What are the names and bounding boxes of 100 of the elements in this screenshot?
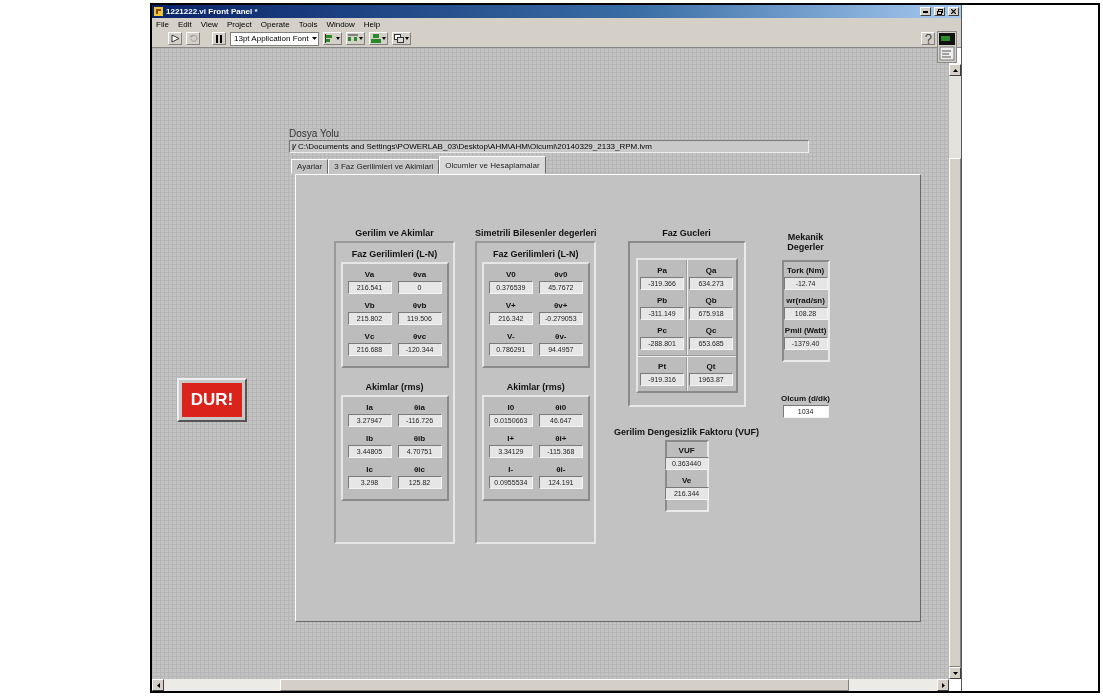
field-label: θi+ [555,434,567,443]
field-label: Ve [681,476,692,485]
path-field[interactable]: C:\Documents and Settings\POWERLAB_03\Desktop\AHM\AHM\Olcumi\20140329_2133_RPM.lvm [289,140,809,153]
help-button[interactable] [921,32,935,45]
caret-icon [311,37,317,40]
field-label: θv- [555,332,567,341]
reorder-dropdown[interactable] [391,32,411,45]
field-label: Pc [657,326,667,335]
menu-item[interactable]: Project [226,19,252,29]
field-label: I- [508,465,514,474]
menu-item[interactable]: File [156,19,169,29]
vi-icon [939,33,955,61]
section-title: Akimlar (rms) [365,382,424,392]
font-dropdown[interactable]: 13pt Application Font [230,31,319,46]
field-label: θi- [556,465,566,474]
window-title: 1221222.vi Front Panel * [166,7,259,16]
circular-arrows-icon [188,34,198,43]
field-label: Olcum (d/dk) [781,394,830,403]
section-title: Akimlar (rms) [506,382,565,392]
menu-item[interactable]: Window [326,19,355,29]
caret-icon [381,37,386,40]
menu-item[interactable]: Tools [298,19,318,29]
field-label: V+ [505,301,516,310]
group-title: Gerilim Dengesizlik Faktoru (VUF) [614,427,760,437]
align-icon [324,34,335,43]
field-label: wr(rad/sn) [786,296,825,305]
field-label: Pb [656,296,668,305]
field-label: Tork (Nm) [786,266,825,275]
field-label: Vc [364,332,375,341]
tab[interactable]: Ayarlar [291,159,329,174]
minimize-button[interactable] [920,7,931,16]
path-label: Dosya Yolu [289,128,341,139]
menu-item[interactable]: Edit [177,19,192,29]
distribute-dropdown[interactable] [345,32,365,45]
field-label: θi0 [555,403,567,412]
field-label: θic [414,465,425,474]
caret-icon [335,37,340,40]
menu-item[interactable]: View [200,19,218,29]
field-label: Ib [365,434,374,443]
group-title: Simetrili Bilesenler degerleri [475,228,597,238]
stop-button[interactable]: DUR! [177,378,247,422]
field-label: Ic [366,465,373,474]
scroll-right-button[interactable] [937,679,949,691]
menu-item[interactable]: Operate [260,19,290,29]
reorder-icon [393,34,404,43]
close-icon [951,9,956,14]
scroll-left-button[interactable] [152,679,164,691]
field-label: θia [414,403,425,412]
field-label: Qc [705,326,717,335]
align-dropdown[interactable] [322,32,342,45]
resize-dropdown[interactable] [368,32,388,45]
field-label: Qb [705,296,717,305]
section-title: Faz Gerilimleri (L-N) [493,249,579,259]
run-arrow-icon [170,34,180,43]
down-arrow-icon [952,671,958,675]
field-label: I0 [507,403,515,412]
resize-icon [370,34,381,43]
pause-icon [216,34,222,43]
restore-button[interactable] [934,7,945,16]
scroll-up-button[interactable] [949,64,961,76]
field-label: Ia [366,403,373,412]
field-label: θv+ [554,301,568,310]
scrollbar-thumb[interactable] [280,679,849,691]
caret-icon [404,37,409,40]
caret-icon [358,37,363,40]
field-label: Qt [706,362,716,371]
field-label: θv0 [554,270,568,279]
help-icon [924,33,932,44]
restore-icon [936,8,943,15]
run-continuously-button[interactable] [186,32,200,45]
field-label: I+ [507,434,515,443]
group-title: Faz Gucleri [662,228,711,238]
field-label: VUF [678,446,695,455]
field-label: Qa [705,266,717,275]
pause-button[interactable] [212,32,226,45]
field-label: θva [412,270,427,279]
run-button[interactable] [168,32,182,45]
field-label: Pmil (Watt) [784,326,827,335]
up-arrow-icon [952,68,958,72]
scroll-down-button[interactable] [949,667,961,679]
field-label: Pt [658,362,667,371]
right-arrow-icon [941,682,945,688]
distribute-icon [347,34,358,43]
minimize-icon [923,10,928,13]
tab[interactable]: Olcumler ve Hesaplamalar [439,156,546,174]
menu-item[interactable]: Help [363,19,381,29]
field-label: θib [413,434,426,443]
tab[interactable]: 3 Faz Gerilimleri ve Akimlari [328,159,440,174]
group-title: Gerilim ve Akimlar [355,228,434,238]
left-arrow-icon [156,682,160,688]
group-title: Mekanik Degerler [786,232,825,252]
field-label: Va [364,270,375,279]
field-label: V- [507,332,515,341]
field-label: Vb [364,301,375,310]
field-label: θvc [412,332,427,341]
path-icon [292,142,297,151]
close-button[interactable] [948,7,959,16]
field-label: Pa [657,266,667,275]
app-icon [154,7,163,16]
scrollbar-thumb[interactable] [949,158,961,667]
